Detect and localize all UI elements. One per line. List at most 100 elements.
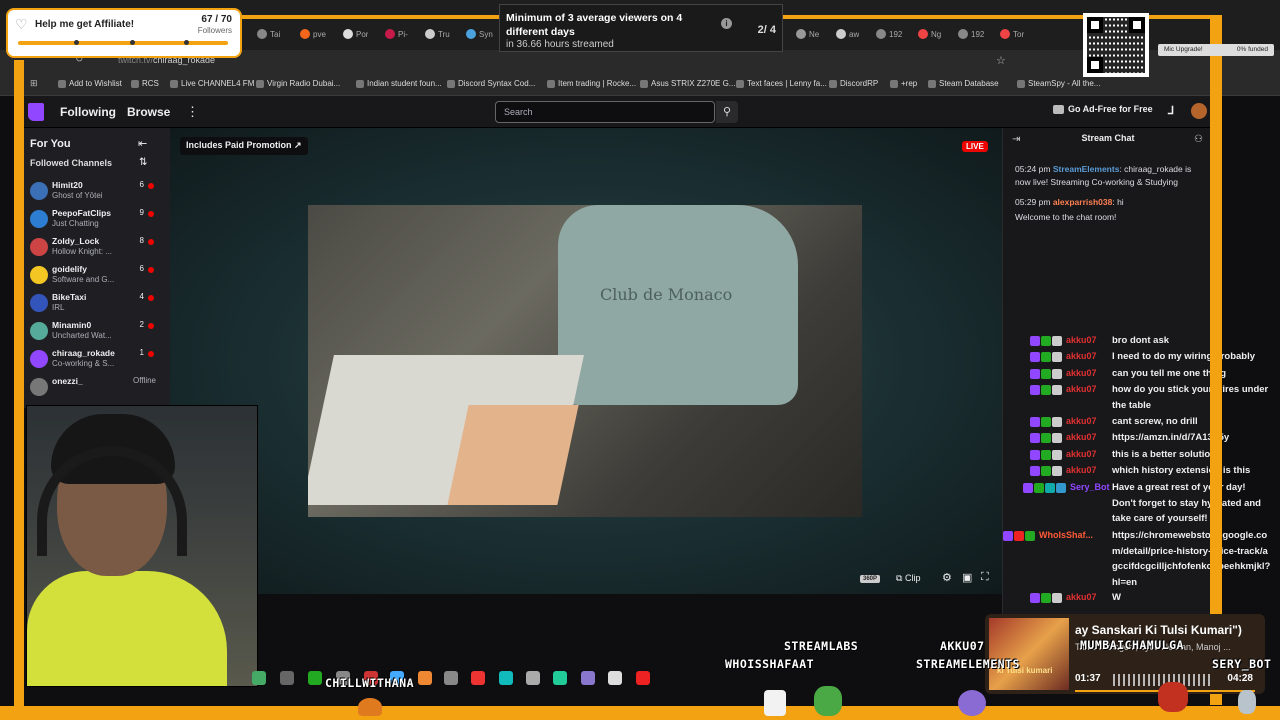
taskbar-app-icon[interactable] [608,671,622,685]
progress-marker [184,40,189,45]
bookmark-favicon-icon [547,79,555,88]
chat-username[interactable]: akku07 [1066,449,1097,459]
sidebar-channel[interactable]: chiraag_rokade Co-working & S... 1 [30,348,156,374]
browser-tab[interactable]: Tor [1000,26,1024,42]
chat-username[interactable]: akku07 [1066,351,1097,361]
sidebar-channel[interactable]: Himit20 Ghost of Yōtei 6 [30,180,156,206]
sidebar-channel[interactable]: PeepoFatClips Just Chatting 9 [30,208,156,234]
paid-promotion-badge[interactable]: Includes Paid Promotion ↗ [180,137,308,155]
chat-users-icon[interactable]: ⚇ [1194,134,1203,145]
chat-username[interactable]: akku07 [1066,465,1097,475]
browser-tab[interactable]: Tai [257,26,280,42]
apps-grid-icon[interactable]: ⊞ [30,78,38,89]
chat-username[interactable]: Sery_Bot [1070,482,1110,492]
bookmark-item[interactable]: DiscordRP [829,79,878,88]
nav-browse[interactable]: Browse [127,105,170,119]
sidebar-channel[interactable]: Minamin0 Uncharted Wat... 2 [30,320,156,346]
chat-username[interactable]: akku07 [1066,416,1097,426]
chat-username[interactable]: akku07 [1066,432,1097,442]
theatre-mode-icon[interactable]: ▣ [962,571,972,584]
collapse-sidebar-icon[interactable]: ⇤ [138,137,147,150]
search-button[interactable]: ⚲ [716,101,738,123]
character-sprite [1238,690,1256,714]
browser-tab[interactable]: Tru [425,26,450,42]
goal-subtext: in 36.66 hours streamed [506,39,614,50]
progress-marker [130,40,135,45]
browser-tab[interactable]: aw [836,26,859,42]
chat-username[interactable]: StreamElements [1053,164,1120,174]
url-text[interactable]: twitch.tv/chiraag_rokade [118,55,215,65]
chat-message-text: this is a better solution [1112,449,1216,460]
bookmark-item[interactable]: RCS [131,79,159,88]
taskbar-app-icon[interactable] [553,671,567,685]
bookmark-item[interactable]: Virgin Radio Dubai... [256,79,340,88]
taskbar-app-icon[interactable] [581,671,595,685]
sort-icon[interactable]: ⇅ [139,157,147,168]
chat-username[interactable]: akku07 [1066,368,1097,378]
taskbar-app-icon[interactable] [444,671,458,685]
sidebar-title: For You [30,138,71,150]
more-menu-icon[interactable]: ⋮ [186,104,199,120]
sidebar-channel[interactable]: Zoldy_Lock Hollow Knight: ... 8 [30,236,156,262]
bookmark-label: RCS [142,79,159,88]
browser-tab[interactable]: 192 [876,26,902,42]
qr-finder [1087,57,1103,73]
browser-tab[interactable]: 192 [958,26,984,42]
bookmark-label: Text faces | Lenny fa... [747,79,827,88]
bookmark-item[interactable]: SteamSpy - All the... [1017,79,1100,88]
tab-label: Tor [1013,29,1025,39]
chat-username[interactable]: akku07 [1066,592,1097,602]
settings-gear-icon[interactable]: ⚙ [942,571,952,584]
chat-badges [1030,430,1062,443]
star-icon[interactable]: ☆ [996,54,1006,67]
chat-username[interactable]: alexparrish038 [1053,197,1113,207]
bookmark-item[interactable]: Live CHANNEL4 FM [170,79,254,88]
overlay-frame-left [14,60,24,706]
fullscreen-icon[interactable]: ⛶ [981,571,989,584]
taskbar-app-icon[interactable] [471,671,485,685]
taskbar-app-icon[interactable] [526,671,540,685]
turbo-icon[interactable]: ⅃ [1168,104,1174,117]
shirt-text: Club de Monaco [600,285,733,304]
taskbar-app-icon[interactable] [252,671,266,685]
clip-button[interactable]: ⧉ Clip [896,573,920,584]
viewer-count: 8 [139,236,144,245]
ad-free-button[interactable]: Go Ad-Free for Free [1053,104,1153,114]
channel-category: Software and G... [52,275,115,284]
twitch-logo-icon[interactable] [28,103,44,121]
bookmark-item[interactable]: Indian student foun... [356,79,442,88]
taskbar-app-icon[interactable] [308,671,322,685]
nav-following[interactable]: Following [60,105,116,119]
qr-code [1083,13,1149,77]
browser-tab[interactable]: Ne [796,26,819,42]
user-avatar[interactable] [1191,103,1207,119]
bookmark-item[interactable]: Add to Wishlist [58,79,122,88]
bookmark-label: Virgin Radio Dubai... [267,79,341,88]
sidebar-channel[interactable]: onezzi_ Offline [30,376,156,402]
search-input[interactable]: Search [495,101,715,123]
qr-finder [1087,17,1103,33]
character-sprite [1158,682,1188,712]
sidebar-channel[interactable]: goidelify Software and G... 6 [30,264,156,290]
browser-tab[interactable]: Por [343,26,368,42]
chat-badge-icon [1052,385,1062,395]
browser-tab[interactable]: pve [300,26,326,42]
bookmark-item[interactable]: Text faces | Lenny fa... [736,79,827,88]
taskbar-app-icon[interactable] [499,671,513,685]
bookmark-item[interactable]: Discord Syntax Cod... [447,79,535,88]
browser-tab[interactable]: Ng [918,26,941,42]
browser-tab[interactable]: Pi- [385,26,408,42]
bookmark-item[interactable]: +rep [890,79,917,88]
chat-username[interactable]: WhoIsShaf... [1039,530,1093,540]
browser-tab[interactable]: Syn [466,26,493,42]
bookmark-item[interactable]: Item trading | Rocke... [547,79,636,88]
taskbar-app-icon[interactable] [636,671,650,685]
taskbar-app-icon[interactable] [418,671,432,685]
bookmark-item[interactable]: Steam Database [928,79,999,88]
chat-username[interactable]: akku07 [1066,384,1097,394]
bookmark-item[interactable]: Asus STRIX Z270E G... [640,79,735,88]
chat-username[interactable]: akku07 [1066,335,1097,345]
taskbar-app-icon[interactable] [280,671,294,685]
sidebar-channel[interactable]: BikeTaxi IRL 4 [30,292,156,318]
video-feed[interactable]: Club de Monaco [308,205,862,517]
